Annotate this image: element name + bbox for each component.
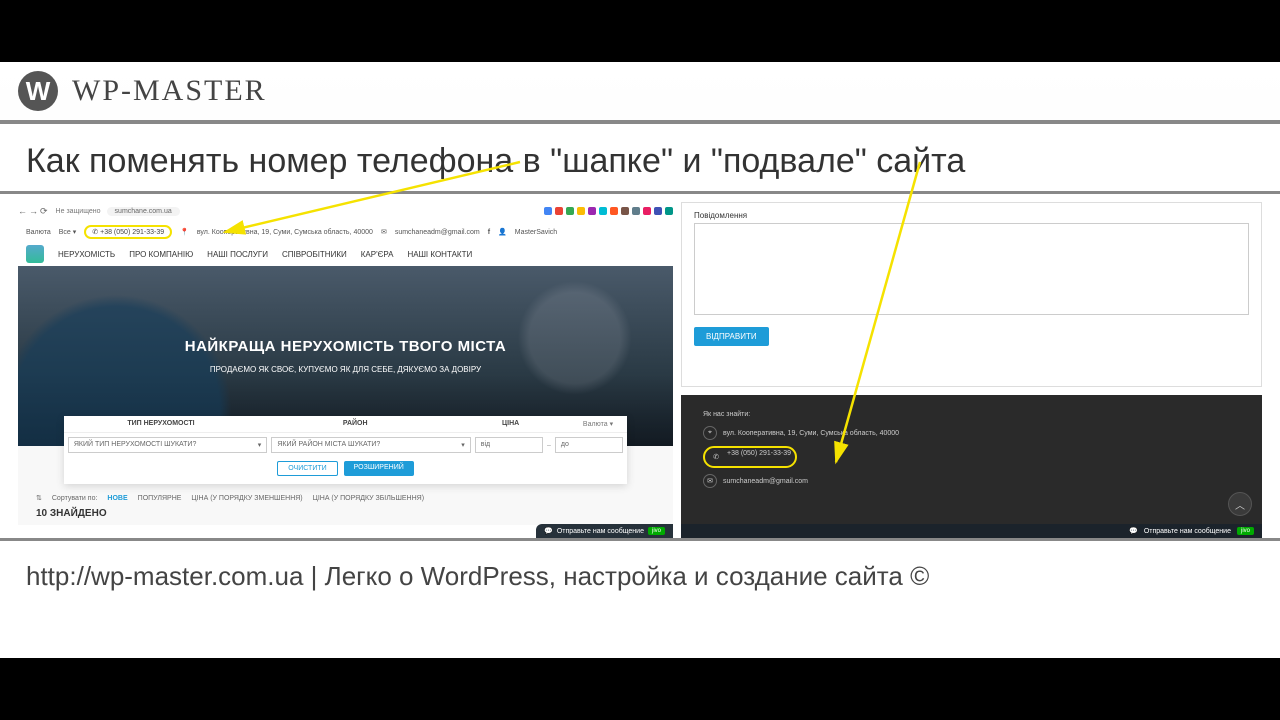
sort-new[interactable]: НОВЕ bbox=[107, 495, 127, 502]
user-icon: 👤 bbox=[498, 228, 507, 236]
screenshot-footer: Повідомлення ВІДПРАВИТИ Як нас знайти: ⌖… bbox=[681, 202, 1262, 538]
footer-address-row: ⌖ вул. Кооперативна, 19, Суми, Сумська о… bbox=[703, 426, 1240, 440]
district-select[interactable]: ЯКИЙ РАЙОН МІСТА ШУКАТИ?▾ bbox=[271, 437, 470, 453]
header-phone[interactable]: +38 (050) 291-33-39 bbox=[100, 229, 164, 236]
search-col-district: РАЙОН bbox=[258, 416, 452, 433]
search-panel: ТИП НЕРУХОМОСТІ РАЙОН ЦІНА Валюта ▾ ЯКИЙ… bbox=[64, 416, 627, 484]
header-email[interactable]: sumchaneadm@gmail.com bbox=[395, 229, 480, 236]
screenshot-header: ←→⟳ Не защищено sumchane.com.ua Валюта В… bbox=[18, 202, 673, 538]
url-bar[interactable]: sumchane.com.ua bbox=[107, 207, 180, 216]
chat-widget-footer[interactable]: 💬 Отправьте нам сообщение jivo bbox=[681, 524, 1262, 538]
jivo-badge: jivo bbox=[1237, 527, 1254, 535]
header-address: вул. Кооперативна, 19, Суми, Сумська обл… bbox=[197, 229, 373, 236]
price-from-input[interactable]: від bbox=[475, 437, 543, 453]
brand-name: WP-MASTER bbox=[72, 74, 267, 108]
nav-item[interactable]: СПІВРОБІТНИКИ bbox=[282, 250, 347, 259]
hero-banner: НАЙКРАЩА НЕРУХОМІСТЬ ТВОГО МІСТА ПРОДАЄМ… bbox=[18, 266, 673, 446]
footer-phone[interactable]: +38 (050) 291-33-39 bbox=[727, 450, 791, 464]
results-count: 10 ЗНАЙДЕНО bbox=[36, 508, 655, 519]
site-footer: Як нас знайти: ⌖ вул. Кооперативна, 19, … bbox=[681, 395, 1262, 524]
screenshot-columns: ←→⟳ Не защищено sumchane.com.ua Валюта В… bbox=[0, 194, 1280, 538]
nav-item[interactable]: НАШІ ПОСЛУГИ bbox=[207, 250, 268, 259]
facebook-icon[interactable]: f bbox=[488, 229, 490, 236]
phone-icon: ✆ bbox=[709, 450, 723, 464]
advanced-button[interactable]: РОЗШИРЕНИЙ bbox=[344, 461, 414, 476]
sort-price-desc[interactable]: ЦІНА (У ПОРЯДКУ ЗМЕНШЕННЯ) bbox=[191, 495, 302, 502]
chat-icon: 💬 bbox=[1129, 527, 1138, 535]
message-label: Повідомлення bbox=[694, 211, 1249, 220]
type-select[interactable]: ЯКИЙ ТИП НЕРУХОМОСТІ ШУКАТИ?▾ bbox=[68, 437, 267, 453]
header-user[interactable]: MasterSavich bbox=[515, 229, 557, 236]
nav-item[interactable]: НАШІ КОНТАКТИ bbox=[407, 250, 472, 259]
footer-address: вул. Кооперативна, 19, Суми, Сумська обл… bbox=[723, 430, 899, 437]
nav-item[interactable]: КАР'ЄРА bbox=[361, 250, 394, 259]
chat-text: Отправьте нам сообщение bbox=[557, 528, 644, 535]
contact-form: Повідомлення ВІДПРАВИТИ bbox=[681, 202, 1262, 387]
sort-popular[interactable]: ПОПУЛЯРНЕ bbox=[138, 495, 182, 502]
search-col-price: ЦІНА bbox=[452, 416, 569, 433]
message-textarea[interactable] bbox=[694, 223, 1249, 315]
envelope-icon: ✉ bbox=[703, 474, 717, 488]
slide: W WP-MASTER Как поменять номер телефона … bbox=[0, 62, 1280, 658]
sort-icon: ⇅ bbox=[36, 494, 42, 502]
currency-label: Валюта bbox=[26, 229, 51, 236]
sort-label: Сортувати по: bbox=[52, 495, 98, 502]
pin-icon: ⌖ bbox=[703, 426, 717, 440]
brand-bar: W WP-MASTER bbox=[0, 62, 1280, 124]
wordpress-logo-icon: W bbox=[18, 71, 58, 111]
slide-footer: http://wp-master.com.ua | Легко о WordPr… bbox=[0, 538, 1280, 612]
nav-item[interactable]: ПРО КОМПАНІЮ bbox=[129, 250, 193, 259]
browser-toolbar: ←→⟳ Не защищено sumchane.com.ua bbox=[18, 202, 673, 220]
footer-email-row: ✉ sumchaneadm@gmail.com bbox=[703, 474, 1240, 488]
nav-item[interactable]: НЕРУХОМІСТЬ bbox=[58, 250, 115, 259]
footer-phone-highlight: ✆ +38 (050) 291-33-39 bbox=[703, 446, 797, 468]
browser-extensions bbox=[544, 207, 673, 215]
hero-title: НАЙКРАЩА НЕРУХОМІСТЬ ТВОГО МІСТА bbox=[185, 338, 507, 355]
envelope-icon: ✉ bbox=[381, 228, 387, 236]
footer-heading: Як нас знайти: bbox=[703, 411, 1240, 418]
footer-email[interactable]: sumchaneadm@gmail.com bbox=[723, 478, 808, 485]
search-currency[interactable]: Валюта ▾ bbox=[569, 416, 627, 433]
phone-icon: ✆ bbox=[92, 229, 100, 236]
send-button[interactable]: ВІДПРАВИТИ bbox=[694, 327, 769, 346]
chat-icon: 💬 bbox=[544, 527, 553, 535]
search-col-type: ТИП НЕРУХОМОСТІ bbox=[64, 416, 258, 433]
chat-text: Отправьте нам сообщение bbox=[1144, 528, 1231, 535]
footer-text: http://wp-master.com.ua | Легко о WordPr… bbox=[26, 561, 929, 591]
clear-button[interactable]: ОЧИСТИТИ bbox=[277, 461, 337, 476]
hero-subtitle: ПРОДАЄМО ЯК СВОЄ, КУПУЄМО ЯК ДЛЯ СЕБЕ, Д… bbox=[210, 365, 481, 374]
jivo-badge: jivo bbox=[648, 527, 665, 535]
price-to-input[interactable]: до bbox=[555, 437, 623, 453]
slide-title-row: Как поменять номер телефона в "шапке" и … bbox=[0, 124, 1280, 194]
header-phone-highlight: ✆ +38 (050) 291-33-39 bbox=[84, 225, 172, 239]
currency-select[interactable]: Все ▾ bbox=[59, 228, 77, 236]
sort-price-asc[interactable]: ЦІНА (У ПОРЯДКУ ЗБІЛЬШЕННЯ) bbox=[313, 495, 424, 502]
nav-arrows[interactable]: ←→⟳ bbox=[18, 206, 50, 217]
slide-title: Как поменять номер телефона в "шапке" и … bbox=[26, 142, 1254, 181]
scroll-top-button[interactable]: ︿ bbox=[1228, 492, 1252, 516]
chat-widget[interactable]: 💬 Отправьте нам сообщение jivo bbox=[536, 524, 673, 538]
site-logo-icon[interactable] bbox=[26, 245, 44, 263]
pin-icon: 📍 bbox=[180, 228, 189, 236]
site-top-strip: Валюта Все ▾ ✆ +38 (050) 291-33-39 📍 вул… bbox=[18, 222, 673, 242]
chevron-up-icon: ︿ bbox=[1235, 497, 1245, 512]
main-nav: НЕРУХОМІСТЬ ПРО КОМПАНІЮ НАШІ ПОСЛУГИ СП… bbox=[18, 242, 673, 266]
security-label: Не защищено bbox=[56, 208, 101, 215]
